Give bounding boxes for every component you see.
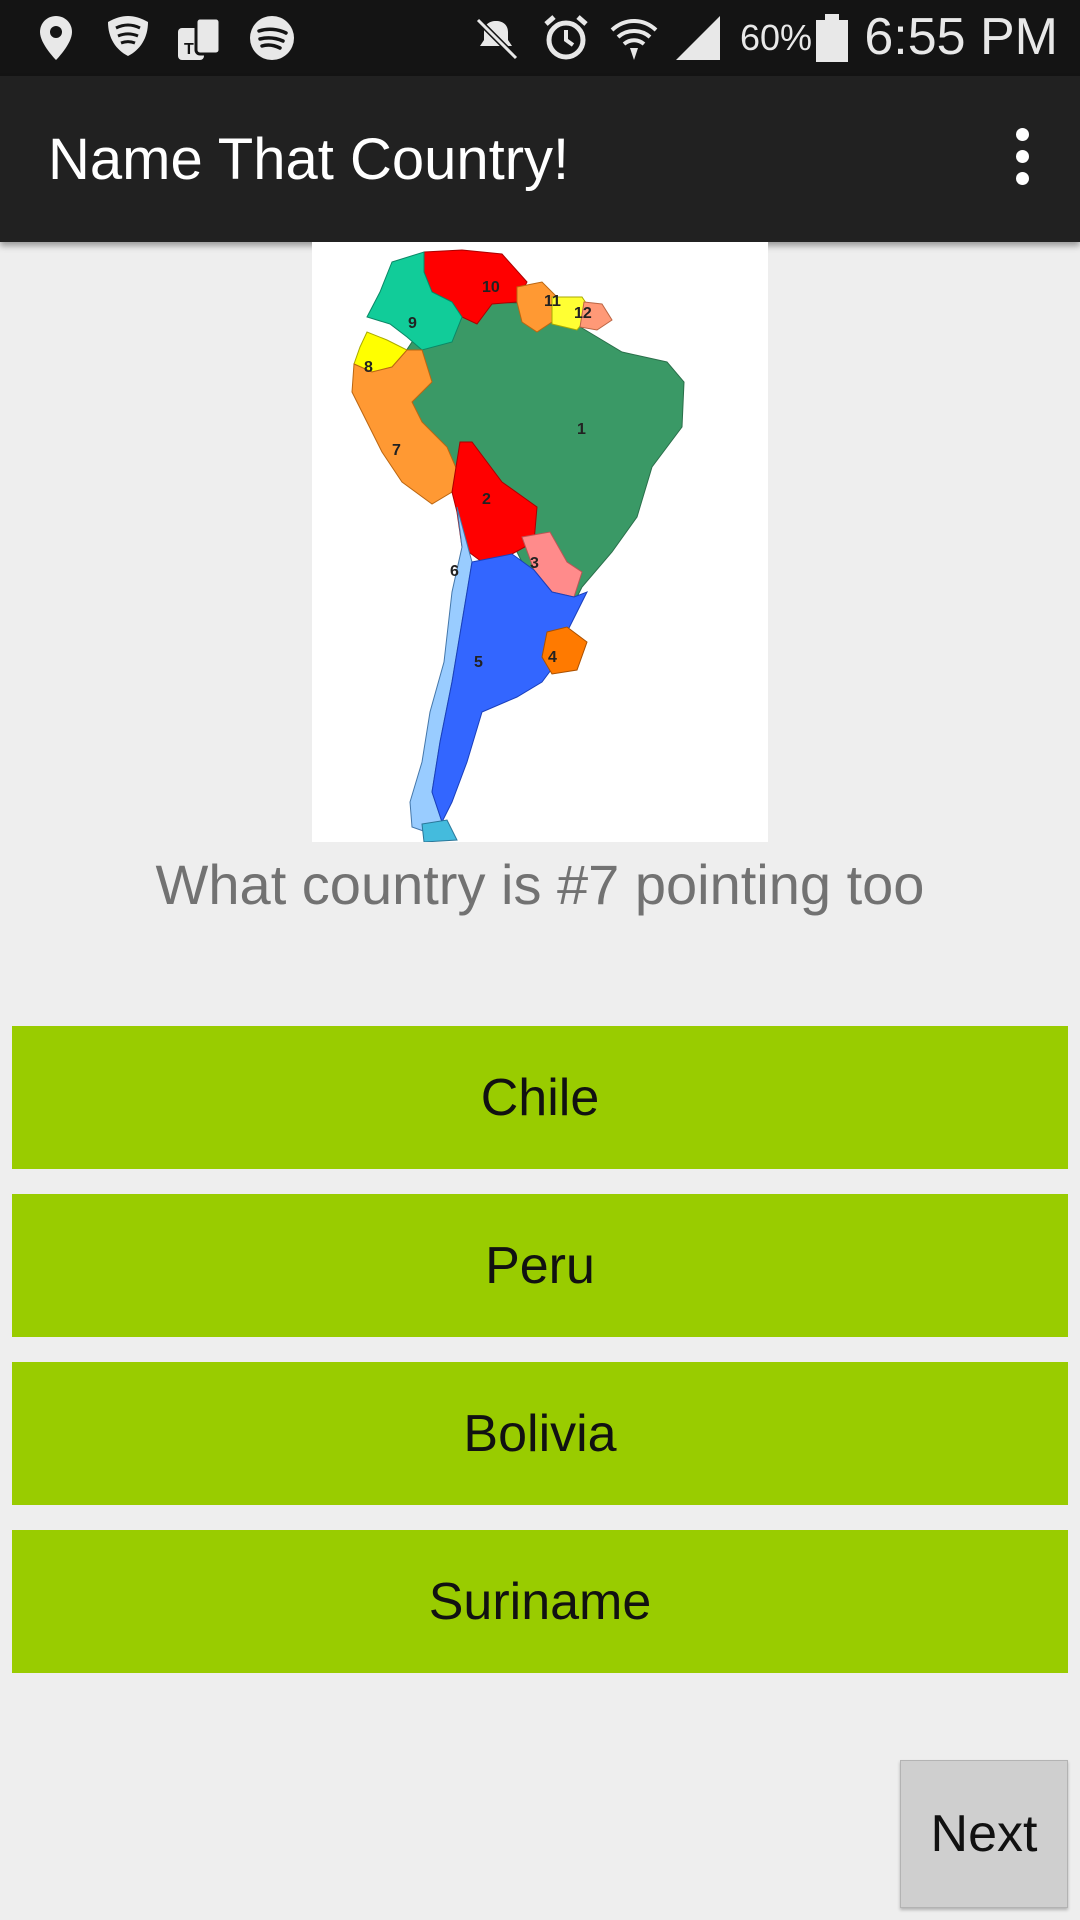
map-label: 8 (364, 359, 373, 376)
overflow-dot (1015, 127, 1029, 141)
next-button[interactable]: Next (900, 1760, 1068, 1908)
answer-button-suriname[interactable]: Suriname (12, 1530, 1068, 1673)
map-label: 9 (408, 315, 417, 332)
status-clock: 6:55 PM (864, 8, 1058, 66)
wifi-icon (610, 19, 658, 60)
overflow-dot (1015, 149, 1029, 163)
south-america-map: 1 2 3 4 5 6 7 8 9 10 11 12 (312, 242, 768, 842)
question-text: What country is #7 pointing too (155, 853, 925, 916)
map-label: 4 (548, 649, 557, 666)
map-label: 2 (482, 491, 491, 508)
map-region-tierra-del-fuego (421, 819, 458, 842)
answer-button-peru[interactable]: Peru (12, 1194, 1068, 1337)
spotify-icon (250, 16, 294, 60)
status-bar: T 60% 6:55 PM (0, 0, 1080, 76)
map-graphic: 1 2 3 4 5 6 7 8 9 10 11 12 (351, 249, 685, 842)
overflow-dot (1015, 171, 1029, 185)
map-label: 1 (577, 421, 586, 438)
tmobile-icon: T (178, 16, 222, 60)
answer-button-bolivia[interactable]: Bolivia (12, 1362, 1068, 1505)
alarm-icon (544, 15, 588, 60)
map-label: 3 (530, 555, 539, 572)
app-title: Name That Country! (48, 127, 570, 192)
shield-icon (108, 16, 148, 56)
battery-percent: 60% (740, 17, 813, 58)
battery-icon (816, 14, 848, 62)
mute-icon (475, 17, 519, 61)
app-bar: Name That Country! (0, 76, 1080, 242)
map-label: 10 (482, 279, 500, 296)
map-label: 7 (392, 442, 401, 459)
map-label: 6 (450, 563, 459, 580)
overflow-menu-button[interactable] (990, 124, 1054, 188)
location-icon (40, 16, 72, 60)
map-label: 12 (574, 305, 592, 322)
svg-text:T: T (184, 41, 194, 58)
map-label: 11 (544, 293, 561, 310)
answer-button-chile[interactable]: Chile (12, 1026, 1068, 1169)
map-label: 5 (474, 654, 483, 671)
signal-icon (676, 16, 720, 60)
